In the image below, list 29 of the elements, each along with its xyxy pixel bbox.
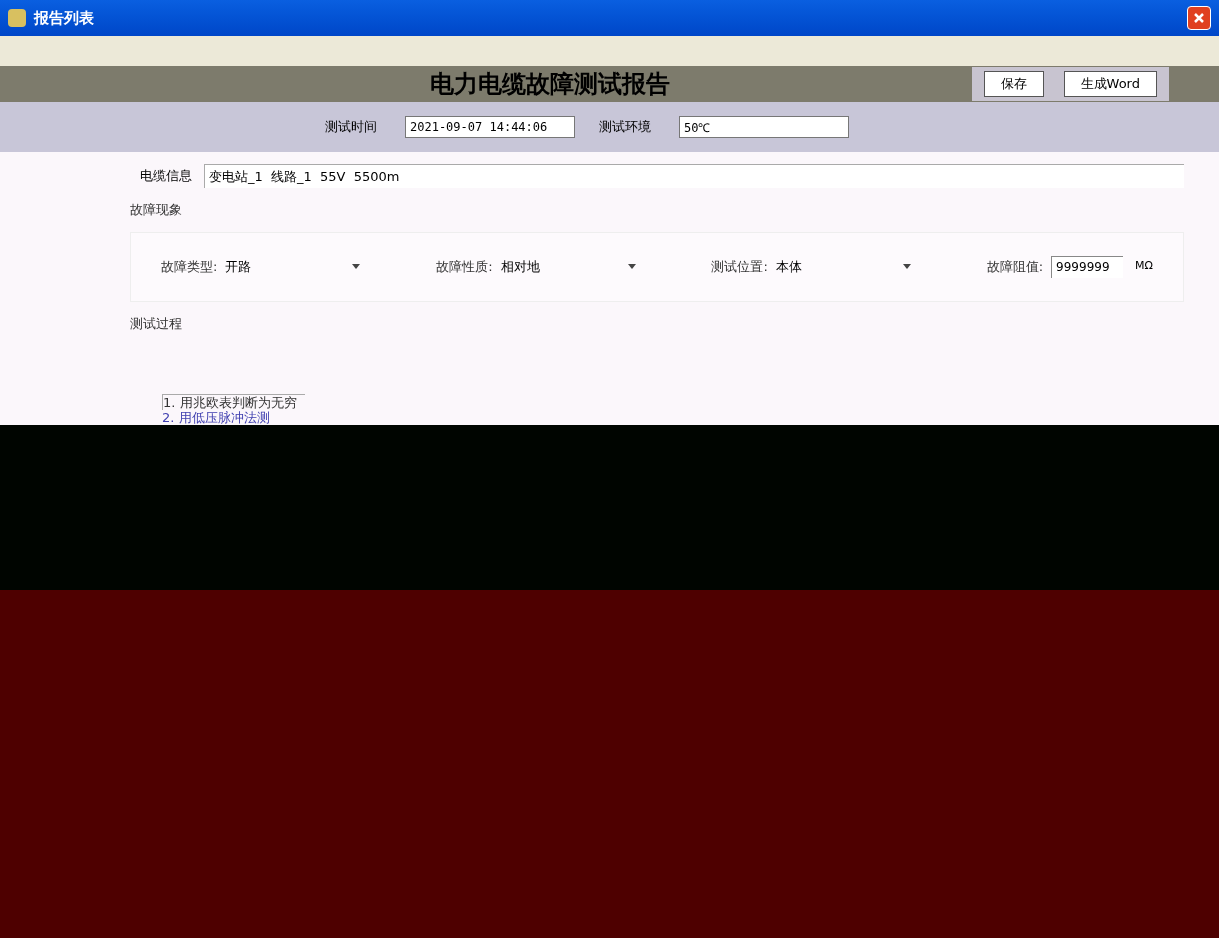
window-title: 报告列表: [34, 7, 94, 29]
field-input[interactable]: 50℃: [679, 116, 849, 138]
process-line: 2. 用低压脉冲法测: [162, 410, 271, 425]
app-icon: [8, 9, 26, 27]
caret-icon: [902, 264, 911, 269]
field-label: 故障阻值:: [986, 257, 1044, 276]
field-label: 故障性质:: [436, 257, 493, 276]
field-label: 测试时间: [325, 118, 377, 137]
toolbar-button[interactable]: 保存: [983, 71, 1044, 97]
report-heading: 电力电缆故障测试报告: [430, 69, 671, 100]
close-icon: [1193, 12, 1205, 24]
field-label: 故障类型:: [161, 257, 218, 276]
caret-icon: [627, 264, 636, 269]
field-label: 电缆信息: [140, 167, 192, 186]
resistance-field[interactable]: 9999999: [1051, 255, 1124, 278]
caret-icon: [352, 264, 361, 269]
dropdown[interactable]: 相对地: [500, 256, 636, 277]
toolbar-button[interactable]: 生成Word: [1063, 71, 1157, 97]
field-label: 测试位置:: [711, 257, 768, 276]
field-label: 测试环境: [599, 118, 651, 137]
section-title: 测试过程: [130, 314, 183, 333]
close-button[interactable]: [1187, 6, 1211, 30]
dropdown[interactable]: 开路: [225, 256, 361, 277]
section-title: 故障现象: [130, 201, 183, 219]
unit-label: MΩ: [1135, 258, 1153, 275]
process-line: 1. 用兆欧表判断为无穷: [162, 394, 305, 410]
cable-info-field[interactable]: 变电站_1 线路_1 55V 5500m: [204, 164, 1184, 188]
dropdown[interactable]: 本体: [775, 256, 911, 277]
field-input[interactable]: 2021-09-07 14:44:06: [405, 116, 575, 138]
